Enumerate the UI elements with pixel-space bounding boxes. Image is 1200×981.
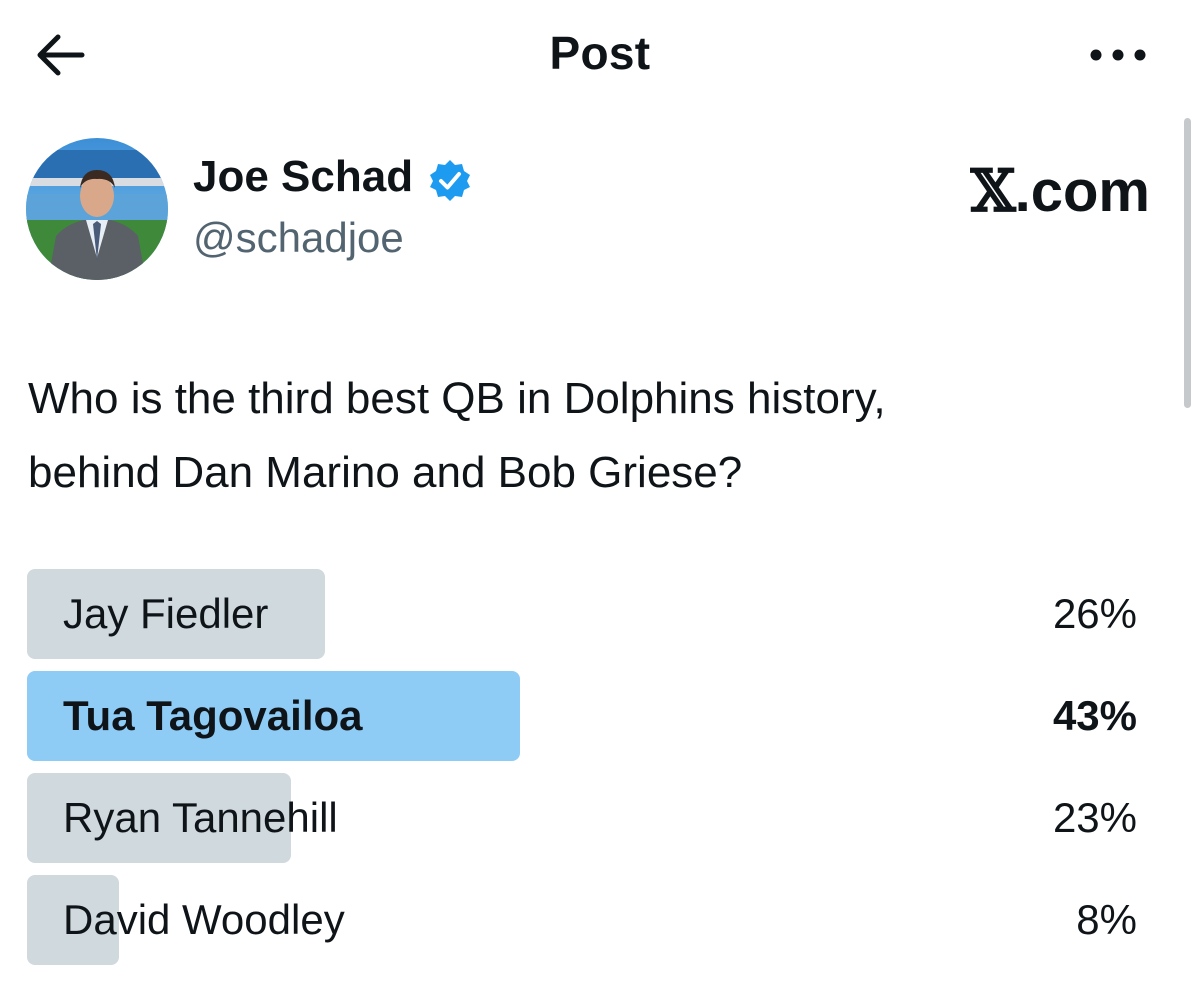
post-text-line: Who is the third best QB in Dolphins his… bbox=[28, 374, 886, 423]
author-handle[interactable]: @schadjoe bbox=[193, 214, 404, 262]
poll-option-percent: 26% bbox=[1052, 590, 1137, 637]
poll-option-ryan-tannehill[interactable]: Ryan Tannehill 23% bbox=[27, 773, 1137, 863]
page-title: Post bbox=[549, 27, 651, 79]
author-name[interactable]: Joe Schad bbox=[193, 152, 413, 202]
poll-option-label: Jay Fiedler bbox=[63, 590, 269, 637]
x-logo-suffix: .com bbox=[1014, 159, 1150, 224]
top-bar: Post bbox=[0, 0, 1200, 110]
poll-option-label: Tua Tagovailoa bbox=[63, 692, 363, 739]
poll-option-percent: 23% bbox=[1052, 794, 1137, 841]
verified-badge-icon bbox=[428, 158, 472, 202]
poll-option-percent: 43% bbox=[1052, 692, 1137, 739]
poll-option-jay-fiedler[interactable]: Jay Fiedler 26% bbox=[27, 569, 1137, 659]
poll-option-tua-tagovailoa[interactable]: Tua Tagovailoa 43% bbox=[27, 671, 1137, 761]
scrollbar[interactable] bbox=[1184, 118, 1191, 408]
post-text-line: behind Dan Marino and Bob Griese? bbox=[28, 448, 743, 497]
poll-option-percent: 8% bbox=[1076, 896, 1137, 943]
avatar-photo bbox=[26, 138, 168, 280]
x-logo: 𝕏.com bbox=[971, 157, 1150, 225]
more-horizontal-icon bbox=[1090, 49, 1146, 61]
more-options-button[interactable] bbox=[1086, 40, 1150, 70]
poll: Jay Fiedler 26% Tua Tagovailoa 43% Ryan … bbox=[27, 569, 1137, 977]
poll-option-label: David Woodley bbox=[63, 896, 345, 943]
post-text: Who is the third best QB in Dolphins his… bbox=[28, 362, 1148, 510]
avatar[interactable] bbox=[26, 138, 168, 280]
x-logo-mark: 𝕏 bbox=[970, 157, 1016, 225]
poll-option-david-woodley[interactable]: David Woodley 8% bbox=[27, 875, 1137, 965]
poll-option-label: Ryan Tannehill bbox=[63, 794, 338, 841]
